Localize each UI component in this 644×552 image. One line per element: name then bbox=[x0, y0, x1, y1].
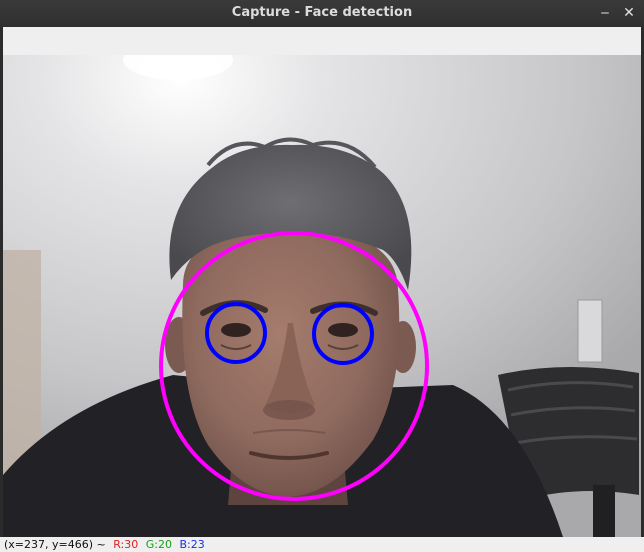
pixel-blue-value: B:23 bbox=[179, 538, 205, 551]
status-bar: (x=237, y=466) ~ R:30 G:20 B:23 bbox=[0, 537, 644, 552]
right-eye bbox=[328, 323, 358, 337]
window-titlebar: Capture - Face detection ‒ ✕ bbox=[0, 0, 644, 27]
nostrils bbox=[263, 400, 315, 420]
close-icon[interactable]: ✕ bbox=[620, 4, 638, 22]
pixel-red-value: R:30 bbox=[113, 538, 139, 551]
camera-image bbox=[3, 55, 641, 537]
chair-post bbox=[593, 485, 615, 537]
wall-switch bbox=[577, 299, 603, 363]
camera-frame[interactable] bbox=[3, 55, 641, 537]
toolbar bbox=[3, 27, 641, 56]
cursor-coordinates: (x=237, y=466) ~ bbox=[4, 538, 106, 551]
minimize-icon[interactable]: ‒ bbox=[596, 4, 614, 22]
left-eye bbox=[221, 323, 251, 337]
window-title: Capture - Face detection bbox=[231, 5, 413, 20]
pixel-green-value: G:20 bbox=[145, 538, 172, 551]
